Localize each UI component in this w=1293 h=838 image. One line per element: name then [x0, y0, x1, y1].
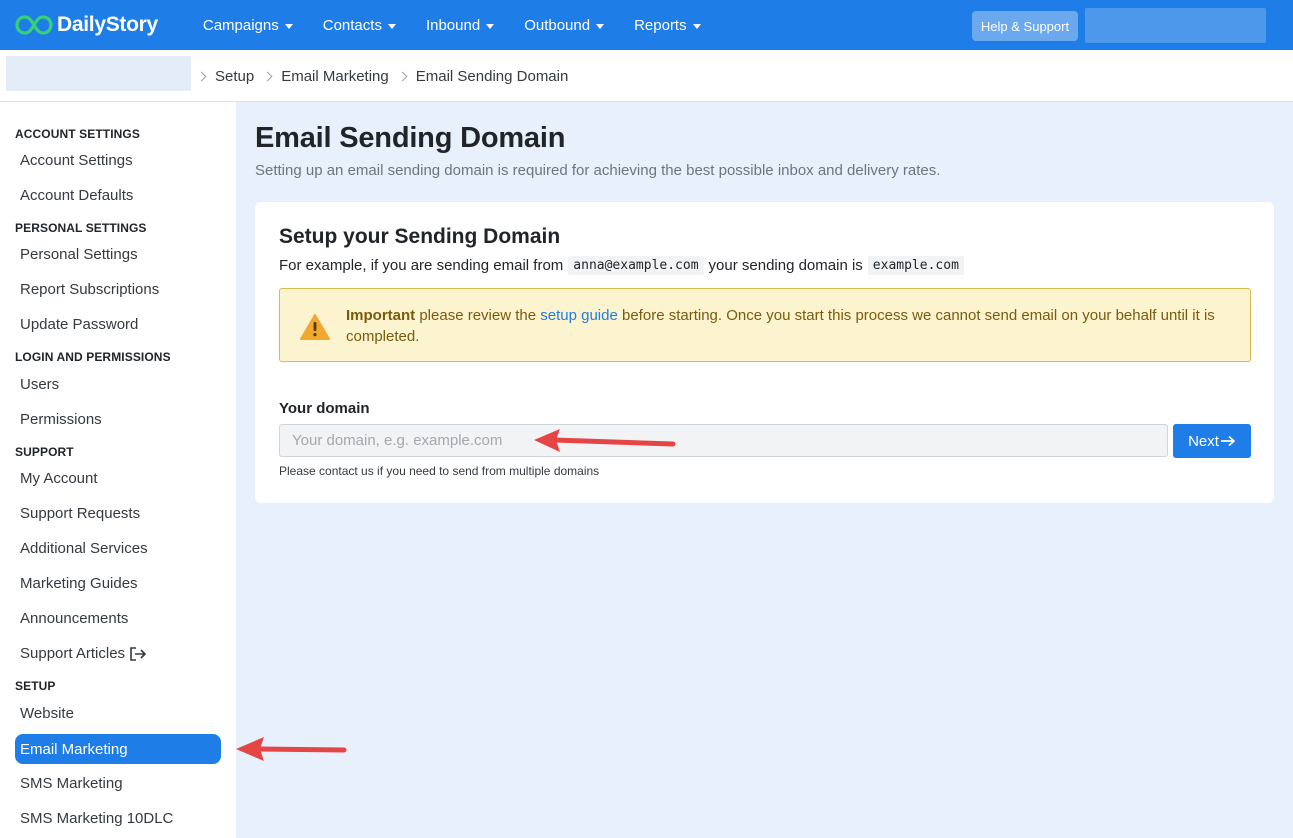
sidebar-item-website[interactable]: Website [20, 705, 74, 722]
nav-outbound[interactable]: Outbound [509, 0, 619, 50]
sidebar-item-sms-marketing-10dlc[interactable]: SMS Marketing 10DLC [20, 810, 173, 827]
next-button-label: Next [1188, 432, 1219, 450]
external-link-icon [130, 646, 147, 661]
breadcrumb-email-marketing[interactable]: Email Marketing [281, 68, 389, 85]
chevron-right-icon [262, 71, 273, 81]
main-menu: Campaigns Contacts Inbound Outbound Repo… [188, 0, 716, 50]
sidebar-item-account-defaults[interactable]: Account Defaults [20, 187, 133, 204]
sidebar-item-personal-settings[interactable]: Personal Settings [20, 246, 138, 263]
card-title: Setup your Sending Domain [279, 225, 561, 248]
breadcrumb-bar: Setup Email Marketing Email Sending Doma… [0, 50, 1293, 102]
breadcrumb: Setup Email Marketing Email Sending Doma… [196, 50, 576, 102]
annotation-arrow-icon [534, 429, 676, 452]
brand-logo[interactable]: DailyStory [15, 0, 158, 50]
alert-text-before: please review the [419, 307, 537, 324]
caret-down-icon [596, 23, 605, 29]
important-alert: Important please review the setup guide … [279, 288, 1251, 362]
setup-guide-link[interactable]: setup guide [540, 307, 618, 324]
nav-contacts-label: Contacts [322, 16, 382, 34]
caret-down-icon [284, 23, 293, 29]
sending-domain-card: Setup your Sending Domain For example, i… [255, 202, 1274, 503]
brand-name: DailyStory [57, 13, 158, 36]
settings-sidebar: ACCOUNT SETTINGS Account Settings Accoun… [0, 102, 236, 838]
nav-reports[interactable]: Reports [619, 0, 716, 50]
example-domain-code: example.com [867, 256, 964, 275]
caret-down-icon [692, 23, 701, 29]
sidebar-item-support-articles-label: Support Articles [20, 645, 126, 662]
section-heading-personal-settings: PERSONAL SETTINGS [15, 221, 147, 235]
sidebar-item-my-account[interactable]: My Account [20, 470, 98, 487]
page-subtitle: Setting up an email sending domain is re… [255, 162, 941, 179]
annotation-arrow-icon [236, 737, 347, 761]
nav-contacts[interactable]: Contacts [308, 0, 411, 50]
infinity-logo-icon [15, 15, 53, 35]
help-support-button[interactable]: Help & Support [972, 11, 1078, 41]
sidebar-item-report-subscriptions[interactable]: Report Subscriptions [20, 281, 159, 298]
arrow-right-icon [1220, 435, 1236, 447]
top-navbar: DailyStory Campaigns Contacts Inbound Ou… [0, 0, 1293, 50]
sidebar-item-update-password[interactable]: Update Password [20, 316, 138, 333]
alert-message: Important please review the setup guide … [346, 305, 1236, 347]
chevron-right-icon [196, 71, 207, 81]
user-account-menu[interactable] [1085, 8, 1266, 43]
main-content: Email Sending Domain Setting up an email… [236, 102, 1293, 838]
sidebar-item-support-articles[interactable]: Support Articles [20, 645, 147, 662]
next-button[interactable]: Next [1173, 424, 1251, 458]
organization-selector[interactable] [6, 56, 191, 91]
section-heading-account-settings: ACCOUNT SETTINGS [15, 127, 140, 141]
example-email-code: anna@example.com [568, 256, 704, 275]
section-heading-login-permissions: LOGIN AND PERMISSIONS [15, 350, 171, 364]
chevron-right-icon [397, 71, 408, 81]
breadcrumb-current: Email Sending Domain [415, 67, 569, 85]
section-heading-setup: SETUP [15, 679, 56, 693]
nav-reports-label: Reports [634, 16, 687, 34]
nav-campaigns-label: Campaigns [202, 16, 279, 34]
nav-inbound[interactable]: Inbound [411, 0, 509, 50]
warning-icon [300, 314, 330, 340]
domain-label: Your domain [279, 400, 370, 417]
sidebar-item-email-marketing[interactable]: Email Marketing [15, 734, 221, 764]
sidebar-item-sms-marketing[interactable]: SMS Marketing [20, 775, 123, 792]
caret-down-icon [486, 23, 495, 29]
card-example-text: For example, if you are sending email fr… [279, 256, 969, 275]
sidebar-item-permissions[interactable]: Permissions [20, 411, 102, 428]
sidebar-item-users[interactable]: Users [20, 376, 59, 393]
sidebar-item-announcements[interactable]: Announcements [20, 610, 128, 627]
sidebar-item-support-requests[interactable]: Support Requests [20, 505, 140, 522]
example-prefix: For example, if you are sending email fr… [279, 257, 564, 274]
page-title: Email Sending Domain [255, 122, 566, 154]
nav-campaigns[interactable]: Campaigns [188, 0, 308, 50]
alert-strong: Important [346, 307, 416, 324]
section-heading-support: SUPPORT [15, 445, 74, 459]
nav-outbound-label: Outbound [524, 16, 591, 34]
example-middle: your sending domain is [708, 257, 863, 274]
sidebar-item-additional-services[interactable]: Additional Services [20, 540, 148, 557]
sidebar-item-account-settings[interactable]: Account Settings [20, 152, 133, 169]
domain-input[interactable] [279, 424, 1168, 457]
domain-help-text: Please contact us if you need to send fr… [279, 464, 600, 478]
caret-down-icon [387, 23, 396, 29]
nav-inbound-label: Inbound [425, 16, 481, 34]
breadcrumb-setup[interactable]: Setup [215, 68, 254, 85]
sidebar-item-marketing-guides[interactable]: Marketing Guides [20, 575, 138, 592]
